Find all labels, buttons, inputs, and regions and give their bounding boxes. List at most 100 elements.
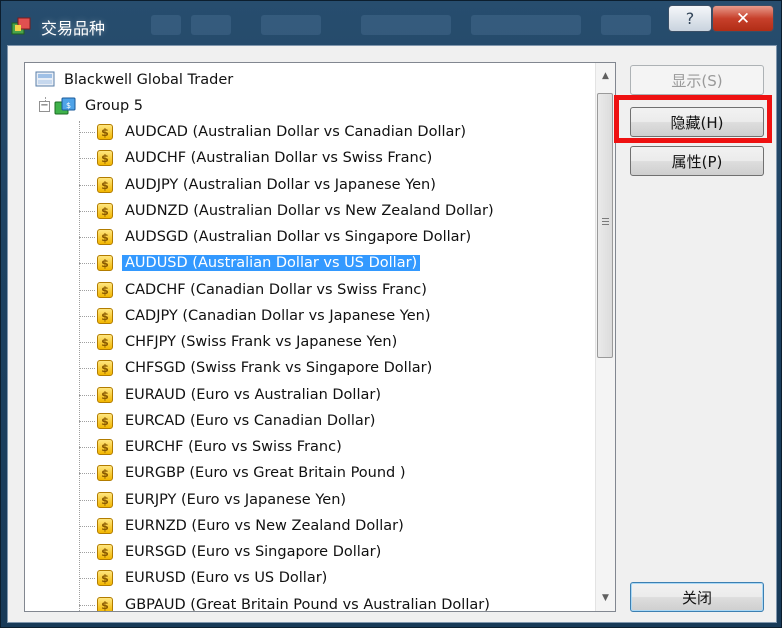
symbol-row[interactable]: $ AUDCHF (Australian Dollar vs Swiss Fran… [97,147,435,169]
background-blur [151,15,181,35]
symbol-label: EURSGD (Euro vs Singapore Dollar) [125,544,382,560]
dollar-coin-icon: $ [97,465,113,481]
symbol-row[interactable]: $ EURUSD (Euro vs US Dollar) [97,567,330,589]
show-button[interactable]: 显示(S) [630,65,764,95]
symbol-label: CADCHF (Canadian Dollar vs Swiss Franc) [125,282,427,298]
dollar-coin-icon: $ [97,177,113,193]
symbol-row[interactable]: $ AUDNZD (Australian Dollar vs New Zealan… [97,200,497,222]
vertical-scrollbar[interactable]: ▲ ▼ [595,63,615,611]
symbol-row[interactable]: $ CADCHF (Canadian Dollar vs Swiss Franc) [97,279,430,301]
dollar-coin-icon: $ [97,124,113,140]
symbol-label: CHFSGD (Swiss Frank vs Singapore Dollar) [125,360,433,376]
symbols-tree[interactable]: Blackwell Global Trader − $ Group 5 $ AUD… [24,62,616,612]
background-blur [361,15,451,35]
tree-line [79,158,95,159]
symbol-label: AUDSGD (Australian Dollar vs Singapore D… [125,229,472,245]
dollar-coin-icon: $ [97,439,113,455]
symbol-label: EURCHF (Euro vs Swiss Franc) [125,439,342,455]
symbol-label: EURGBP (Euro vs Great Britain Pound ) [125,465,406,481]
tree-line [79,447,95,448]
tree-line [79,578,95,579]
symbol-label: EURNZD (Euro vs New Zealand Dollar) [125,518,404,534]
symbol-row[interactable]: $ CHFJPY (Swiss Frank vs Japanese Yen) [97,331,400,353]
tree-line [79,211,95,212]
properties-button[interactable]: 属性(P) [630,146,764,176]
scroll-thumb[interactable] [597,93,613,358]
symbol-label: CHFJPY (Swiss Frank vs Japanese Yen) [125,334,398,350]
symbol-label: AUDCHF (Australian Dollar vs Swiss Franc… [125,150,433,166]
annotation-highlight-box [614,95,772,143]
tree-line [79,500,95,501]
tree-line [79,552,95,553]
tree-line [79,121,80,611]
symbol-label: EURCAD (Euro vs Canadian Dollar) [125,413,376,429]
tree-line [79,368,95,369]
tree-line [79,421,95,422]
background-blur [191,15,231,35]
symbol-row[interactable]: $ AUDSGD (Australian Dollar vs Singapore … [97,226,474,248]
dollar-coin-icon: $ [97,492,113,508]
symbol-row[interactable]: $ EURSGD (Euro vs Singapore Dollar) [97,541,384,563]
symbol-label: EURUSD (Euro vs US Dollar) [125,570,328,586]
collapse-icon[interactable]: − [39,100,50,112]
window-app-icon [11,17,31,35]
dollar-coin-icon: $ [97,597,113,611]
tree-line [79,263,95,264]
dollar-coin-icon: $ [97,518,113,534]
dollar-coin-icon: $ [97,413,113,429]
symbol-label: EURAUD (Euro vs Australian Dollar) [125,387,381,403]
tree-line [79,290,95,291]
title-bar[interactable]: 交易品种 ? ✕ [1,1,782,45]
tree-line [79,342,95,343]
dollar-coin-icon: $ [97,282,113,298]
tree-line [79,395,95,396]
background-blur [601,15,651,35]
symbol-row[interactable]: $ AUDUSD (Australian Dollar vs US Dollar) [97,252,421,274]
tree-line [79,605,95,606]
symbol-row[interactable]: $ AUDJPY (Australian Dollar vs Japanese Y… [97,174,439,196]
dollar-coin-icon: $ [97,203,113,219]
symbol-label: AUDCAD (Australian Dollar vs Canadian Do… [125,124,467,140]
background-blur [471,15,581,35]
symbol-label: CADJPY (Canadian Dollar vs Japanese Yen) [125,308,431,324]
symbol-row[interactable]: $ EURJPY (Euro vs Japanese Yen) [97,489,349,511]
scroll-up-icon[interactable]: ▲ [596,67,615,85]
dollar-coin-icon: $ [97,229,113,245]
folder-group-icon: $ [54,97,76,115]
symbol-row[interactable]: $ EURAUD (Euro vs Australian Dollar) [97,384,384,406]
help-button[interactable]: ? [668,5,712,32]
tree-root[interactable]: Blackwell Global Trader [35,69,236,91]
tree-root-label: Blackwell Global Trader [64,72,234,88]
symbol-label: AUDNZD (Australian Dollar vs New Zealand… [125,203,494,219]
background-blur [261,15,321,35]
symbol-label: GBPAUD (Great Britain Pound vs Australia… [125,597,490,612]
symbol-row[interactable]: $ AUDCAD (Australian Dollar vs Canadian D… [97,121,469,143]
symbol-row[interactable]: $ EURCHF (Euro vs Swiss Franc) [97,436,345,458]
scroll-down-icon[interactable]: ▼ [596,589,615,607]
symbol-row[interactable]: $ CHFSGD (Swiss Frank vs Singapore Dollar… [97,357,435,379]
symbol-row[interactable]: $ EURCAD (Euro vs Canadian Dollar) [97,410,378,432]
tree-line [79,132,95,133]
dollar-coin-icon: $ [97,308,113,324]
dollar-coin-icon: $ [97,544,113,560]
close-button[interactable]: 关闭 [630,582,764,612]
tree-line [79,237,95,238]
dollar-coin-icon: $ [97,570,113,586]
dollar-coin-icon: $ [97,387,113,403]
dollar-coin-icon: $ [97,150,113,166]
server-icon [35,71,55,87]
tree-group[interactable]: − $ Group 5 [39,95,146,117]
dollar-coin-icon: $ [97,255,113,271]
symbol-row[interactable]: $ CADJPY (Canadian Dollar vs Japanese Yen… [97,305,433,327]
svg-text:$: $ [66,101,71,110]
tree-line [79,185,95,186]
tree-group-label: Group 5 [85,98,143,114]
symbol-row[interactable]: $ EURNZD (Euro vs New Zealand Dollar) [97,515,407,537]
symbol-row[interactable]: $ EURGBP (Euro vs Great Britain Pound ) [97,462,409,484]
symbol-row[interactable]: $ GBPAUD (Great Britain Pound vs Australi… [97,594,493,612]
dollar-coin-icon: $ [97,360,113,376]
close-window-button[interactable]: ✕ [712,5,774,32]
symbol-label: EURJPY (Euro vs Japanese Yen) [125,492,347,508]
grip-icon [602,218,609,227]
symbol-label: AUDJPY (Australian Dollar vs Japanese Ye… [125,177,436,193]
